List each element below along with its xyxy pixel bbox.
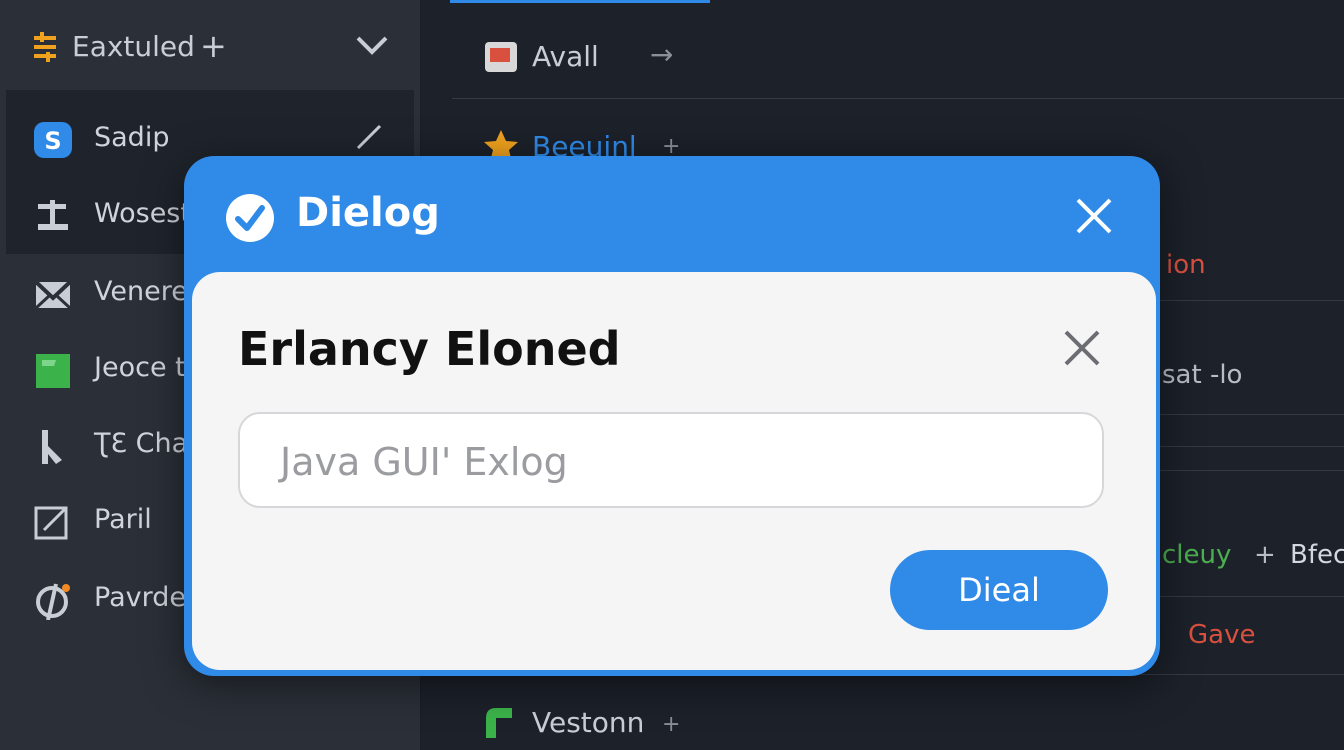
sidebar-title: Eaxtuled: [72, 30, 195, 63]
anvil-icon: [38, 200, 68, 230]
dialog-title: Dielog: [296, 190, 440, 236]
tab-label[interactable]: Avall: [532, 40, 599, 73]
close-icon[interactable]: [1062, 328, 1102, 368]
sidebar-item-label: Paril: [94, 504, 152, 535]
arrow-right-icon[interactable]: →: [650, 38, 673, 71]
chevron-down-icon[interactable]: [352, 30, 392, 60]
pencil-icon[interactable]: [354, 122, 384, 152]
dialog: Dielog Erlancy Eloned Java GUI' Exlog Di…: [184, 156, 1160, 676]
row-plus: +: [1254, 540, 1276, 570]
mail-icon: [34, 280, 72, 310]
dialog-text-input[interactable]: Java GUI' Exlog: [238, 412, 1104, 508]
sidebar-item-label: Pavrde: [94, 582, 186, 613]
green-leaf-icon: [486, 708, 512, 738]
row-text: sat -lo: [1162, 360, 1243, 390]
s-badge-icon: S: [34, 122, 72, 158]
dialog-body: Erlancy Eloned Java GUI' Exlog Dieal: [192, 272, 1156, 670]
row-text: ion: [1166, 250, 1206, 280]
divider: [1160, 300, 1344, 301]
app-icon: [484, 40, 524, 76]
row-text: Bfec: [1290, 540, 1344, 570]
sliders-icon: [34, 32, 56, 62]
sidebar-item-label: Jeoce t: [94, 352, 186, 383]
dialog-heading: Erlancy Eloned: [238, 322, 621, 376]
cursor-icon: [42, 430, 62, 464]
external-icon: [34, 506, 68, 540]
green-square-icon: [36, 354, 70, 388]
sidebar-header: Eaxtuled +: [0, 0, 420, 92]
phi-icon: [36, 583, 70, 620]
svg-text:S: S: [44, 127, 61, 155]
dialog-confirm-button[interactable]: Dieal: [890, 550, 1108, 630]
footer-label[interactable]: Vestonn: [532, 706, 644, 739]
check-shield-icon: [226, 194, 274, 242]
row-text: Gave: [1188, 620, 1256, 650]
divider: [1160, 414, 1344, 415]
footer-suffix: +: [662, 712, 681, 737]
divider: [1160, 470, 1344, 471]
close-icon[interactable]: [1072, 194, 1116, 238]
row-text: cleuy: [1162, 540, 1232, 570]
sidebar-item-label: Sadip: [94, 122, 170, 153]
sidebar-item-label: Venere: [94, 276, 188, 307]
add-button[interactable]: +: [200, 28, 227, 64]
divider: [1160, 446, 1344, 447]
active-tab-indicator: [450, 0, 710, 3]
divider: [452, 98, 1344, 99]
divider: [1160, 596, 1344, 597]
